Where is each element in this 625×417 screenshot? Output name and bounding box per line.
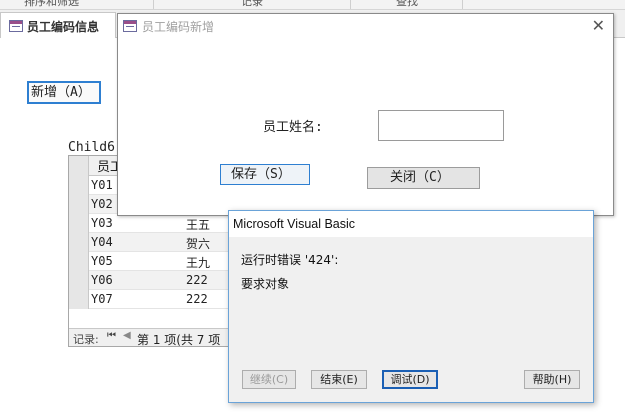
cell-id[interactable]: Y02 <box>91 197 113 211</box>
cell-name[interactable]: 222 <box>186 292 208 306</box>
popup-form-employee-add: 员工编码新增 ✕ <box>117 13 614 216</box>
cell-id[interactable]: Y05 <box>91 254 113 268</box>
form-icon <box>9 20 23 32</box>
employee-name-label: 员工姓名: <box>263 120 323 135</box>
tab-employee-code-info[interactable]: 员工编码信息 <box>0 12 116 38</box>
record-navigation-bar: 记录: ⏮ ◀ 第 1 项(共 7 项 <box>69 328 232 348</box>
ribbon-separator <box>462 0 463 9</box>
cell-name[interactable]: 王五 <box>186 216 210 233</box>
cell-name[interactable]: 222 <box>186 273 208 287</box>
continue-button[interactable]: 继续(C) <box>242 370 296 389</box>
row-selector[interactable] <box>69 290 89 309</box>
table-row[interactable]: Y06 222 <box>69 271 234 290</box>
ribbon-separator <box>153 0 154 9</box>
close-button[interactable]: 关闭（C） <box>367 167 480 189</box>
form-icon <box>123 20 137 32</box>
cell-id[interactable]: Y06 <box>91 273 113 287</box>
add-button[interactable]: 新增（A） <box>27 81 101 104</box>
error-message: 要求对象 <box>241 277 290 291</box>
cell-name[interactable]: 贺六 <box>186 235 210 252</box>
cell-id[interactable]: Y03 <box>91 216 113 230</box>
cell-id[interactable]: Y01 <box>91 178 113 192</box>
end-button[interactable]: 结束(E) <box>311 370 367 389</box>
employee-name-input[interactable] <box>378 110 504 141</box>
ribbon-group-sort-filter: 排序和筛选 <box>24 0 79 8</box>
record-nav-label: 记录: <box>73 333 99 346</box>
debug-button[interactable]: 调试(D) <box>382 370 438 389</box>
record-position-field[interactable]: 第 1 项(共 7 项 <box>137 331 220 348</box>
table-row[interactable]: Y07 222 <box>69 290 234 309</box>
prev-record-icon[interactable]: ◀ <box>123 330 131 341</box>
ribbon-group-find: 查找 <box>396 0 418 8</box>
row-selector[interactable] <box>69 233 89 252</box>
runtime-error-code: 运行时错误 '424': <box>241 253 339 267</box>
vb-error-dialog: Microsoft Visual Basic 运行时错误 '424': 要求对象… <box>228 210 594 403</box>
table-row[interactable]: Y05 王九 <box>69 252 234 271</box>
first-record-icon[interactable]: ⏮ <box>107 330 116 341</box>
save-button[interactable]: 保存（S） <box>220 164 310 185</box>
subform-label: Child6 <box>68 140 115 155</box>
ribbon: 排序和筛选 记录 查找 <box>0 0 625 10</box>
help-button[interactable]: 帮助(H) <box>524 370 580 389</box>
row-selector[interactable] <box>69 195 89 214</box>
cell-name[interactable]: 王九 <box>186 254 210 271</box>
select-all-box[interactable] <box>69 156 89 176</box>
cell-id[interactable]: Y04 <box>91 235 113 249</box>
dialog-title: Microsoft Visual Basic <box>233 217 356 231</box>
row-selector[interactable] <box>69 176 89 195</box>
table-row[interactable]: Y03 王五 <box>69 214 234 233</box>
close-icon[interactable]: ✕ <box>592 16 605 35</box>
ribbon-group-records: 记录 <box>241 0 263 8</box>
tab-label: 员工编码信息 <box>27 20 100 34</box>
dialog-title-bar: Microsoft Visual Basic <box>229 211 593 237</box>
row-selector[interactable] <box>69 252 89 271</box>
popup-title: 员工编码新增 <box>142 20 215 34</box>
ribbon-separator <box>350 0 351 9</box>
row-selector[interactable] <box>69 214 89 233</box>
cell-id[interactable]: Y07 <box>91 292 113 306</box>
row-selector[interactable] <box>69 271 89 290</box>
table-row[interactable]: Y04 贺六 <box>69 233 234 252</box>
